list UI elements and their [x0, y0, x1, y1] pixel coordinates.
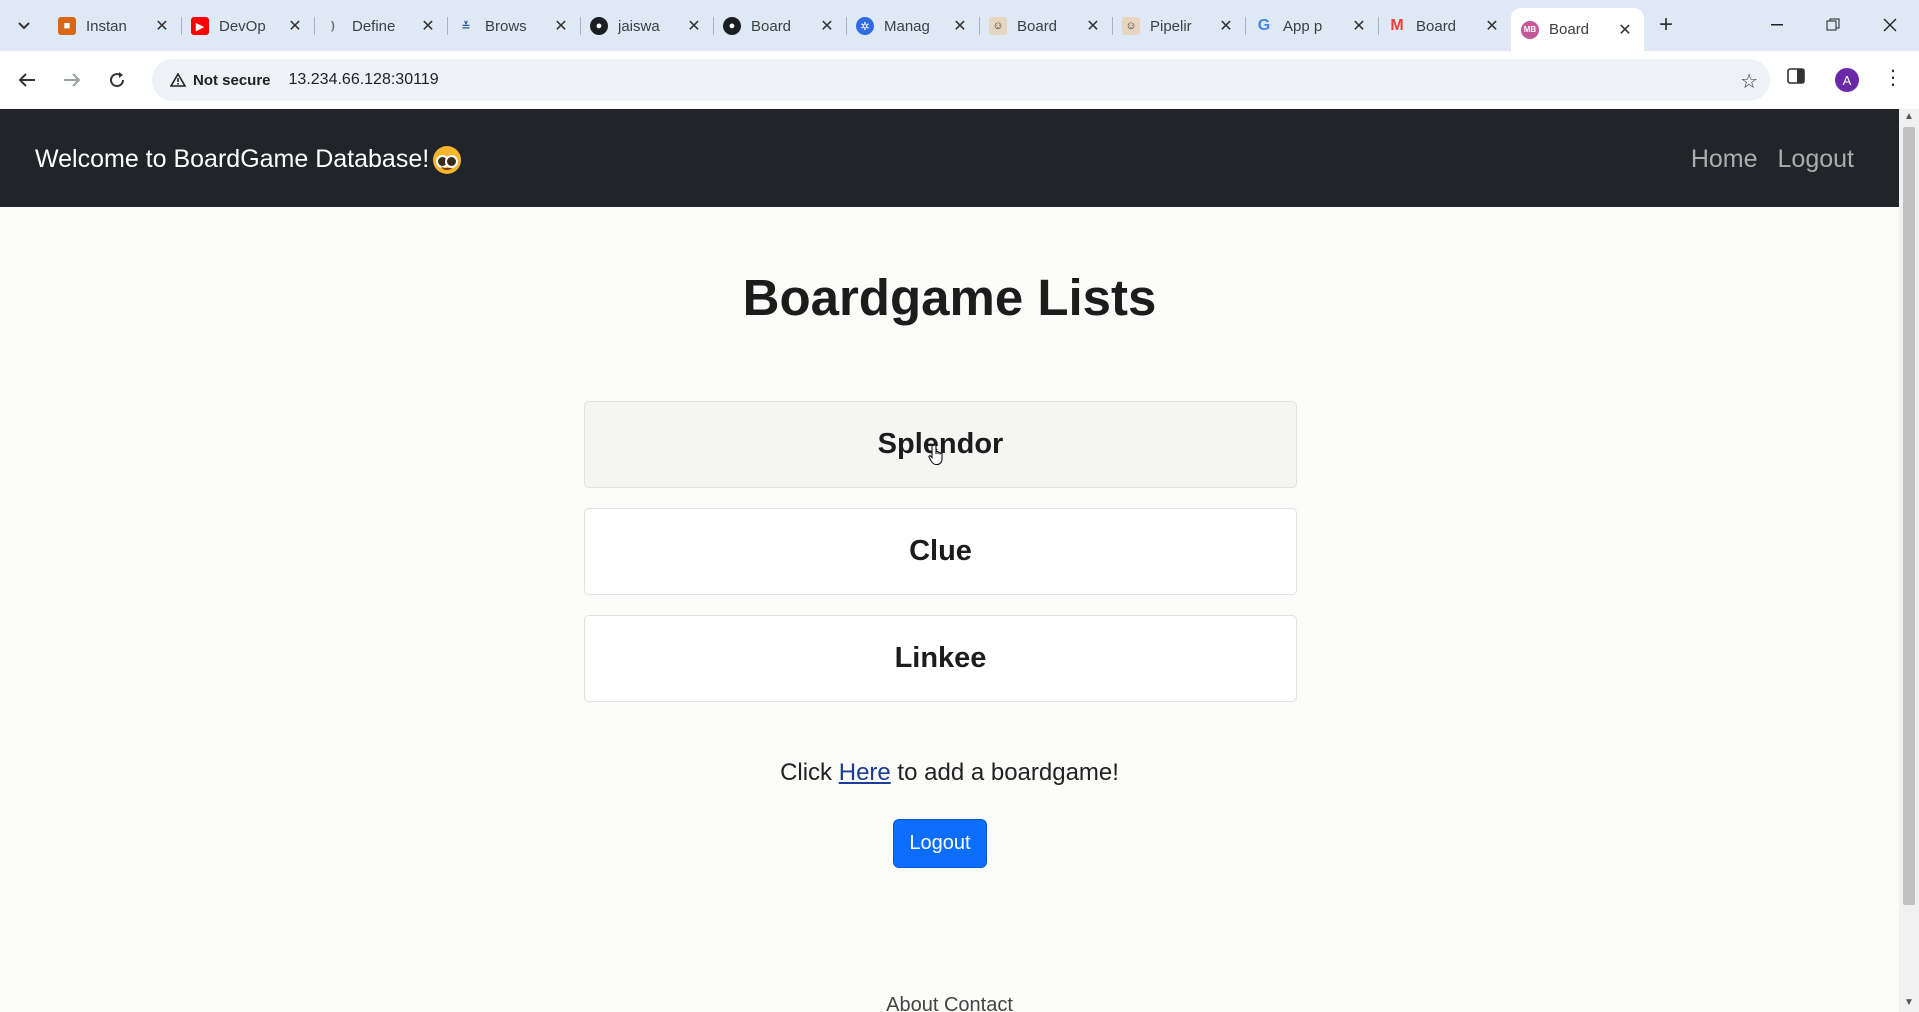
- browser-toolbar: Not secure 13.234.66.128:30119 ☆ A ⋮: [0, 51, 1919, 109]
- tab[interactable]: ✲ Manag ✕: [846, 8, 979, 44]
- sunglasses-emoji-icon: [433, 145, 462, 174]
- navbar-brand[interactable]: Welcome to BoardGame Database!: [35, 145, 462, 174]
- forward-button[interactable]: [55, 63, 89, 97]
- browser-window: ■ Instan ✕ ▶ DevOp ✕ ) Define ✕ ≚ Brows …: [0, 0, 1919, 1012]
- scroll-up-icon[interactable]: ▲: [1904, 111, 1914, 122]
- close-icon[interactable]: ✕: [1483, 17, 1501, 35]
- tab-list: ■ Instan ✕ ▶ DevOp ✕ ) Define ✕ ≚ Brows …: [48, 8, 1644, 51]
- tab-title: Instan: [86, 17, 127, 35]
- security-indicator[interactable]: Not secure: [162, 65, 279, 95]
- add-prefix: Click: [780, 759, 839, 786]
- close-icon[interactable]: ✕: [1084, 17, 1102, 35]
- tab[interactable]: ● jaiswa ✕: [580, 8, 713, 44]
- minimize-button[interactable]: [1757, 10, 1797, 40]
- close-icon[interactable]: ✕: [1350, 17, 1368, 35]
- tab-title: DevOp: [219, 17, 266, 35]
- tab-title: Pipelir: [1150, 17, 1192, 35]
- restore-button[interactable]: [1813, 10, 1853, 40]
- security-label: Not secure: [193, 71, 271, 89]
- chevron-down-icon: [18, 22, 30, 30]
- reload-icon: [110, 72, 125, 88]
- close-icon[interactable]: ✕: [1217, 17, 1235, 35]
- kubernetes-icon: ✲: [856, 17, 874, 35]
- minimize-icon: [1771, 24, 1783, 26]
- close-icon[interactable]: ✕: [286, 17, 304, 35]
- leaf-icon: ): [331, 20, 335, 32]
- logout-button[interactable]: Logout: [893, 819, 987, 868]
- tab[interactable]: ▶ DevOp ✕: [181, 8, 314, 44]
- close-window-button[interactable]: [1870, 10, 1910, 40]
- tab-title: Brows: [485, 17, 527, 35]
- tab-title: Manag: [884, 17, 930, 35]
- nav-logout-link[interactable]: Logout: [1778, 145, 1854, 174]
- jenkins-icon: ☺: [1122, 17, 1140, 35]
- tab[interactable]: ☺ Pipelir ✕: [1112, 8, 1245, 44]
- tab[interactable]: ) Define ✕: [314, 8, 447, 44]
- boardgame-item-clue[interactable]: Clue: [584, 508, 1297, 595]
- new-tab-button[interactable]: +: [1651, 10, 1681, 40]
- tab-title: Board: [751, 17, 792, 35]
- close-icon[interactable]: ✕: [951, 17, 969, 35]
- address-bar[interactable]: Not secure 13.234.66.128:30119 ☆: [152, 59, 1770, 101]
- bookmark-star-icon[interactable]: ☆: [1740, 69, 1758, 94]
- side-panel-icon: [1787, 68, 1805, 84]
- scrollbar-thumb[interactable]: [1903, 127, 1915, 905]
- url-text[interactable]: 13.234.66.128:30119: [289, 71, 439, 89]
- tab-search-button[interactable]: [10, 12, 38, 40]
- google-icon: G: [1257, 17, 1271, 34]
- tab[interactable]: ≚ Brows ✕: [447, 8, 580, 44]
- browserstack-icon: ≚: [461, 20, 471, 33]
- reload-button[interactable]: [100, 63, 134, 97]
- gmail-icon: M: [1390, 17, 1404, 34]
- profile-avatar[interactable]: A: [1835, 68, 1859, 92]
- tab[interactable]: ● Board ✕: [713, 8, 846, 44]
- close-icon[interactable]: ✕: [153, 17, 171, 35]
- site-navbar: Welcome to BoardGame Database! Home Logo…: [0, 109, 1899, 207]
- add-boardgame-text: Click Here to add a boardgame!: [0, 759, 1899, 787]
- add-suffix: to add a boardgame!: [890, 759, 1119, 786]
- back-button[interactable]: [10, 63, 44, 97]
- arrow-left-icon: [18, 73, 35, 87]
- mb-icon: MB: [1521, 20, 1539, 39]
- close-icon[interactable]: ✕: [818, 17, 836, 35]
- arrow-right-icon: [64, 73, 81, 87]
- aws-icon: ■: [58, 17, 76, 35]
- tab-title: App p: [1283, 17, 1323, 35]
- side-panel-button[interactable]: [1787, 67, 1813, 93]
- boardgame-item-linkee[interactable]: Linkee: [584, 615, 1297, 702]
- jenkins-icon: ☺: [989, 17, 1007, 35]
- navbar-links: Home Logout: [1691, 145, 1854, 174]
- github-icon: ●: [723, 17, 741, 35]
- brand-text: Welcome to BoardGame Database!: [35, 145, 430, 173]
- tab-active[interactable]: MB Board ✕: [1511, 8, 1644, 51]
- hand-cursor-icon: [928, 444, 943, 466]
- tab[interactable]: G App p ✕: [1245, 8, 1378, 44]
- tab[interactable]: M Board ✕: [1378, 8, 1511, 44]
- close-icon[interactable]: ✕: [685, 17, 703, 35]
- tab[interactable]: ☺ Board ✕: [979, 8, 1112, 44]
- tab-strip: ■ Instan ✕ ▶ DevOp ✕ ) Define ✕ ≚ Brows …: [0, 0, 1919, 51]
- youtube-icon: ▶: [191, 17, 209, 35]
- close-icon[interactable]: ✕: [552, 17, 570, 35]
- scroll-down-icon[interactable]: ▼: [1904, 997, 1914, 1008]
- tab-title: Board: [1549, 21, 1590, 38]
- page-viewport: Welcome to BoardGame Database! Home Logo…: [0, 109, 1899, 1012]
- close-icon[interactable]: ✕: [419, 17, 437, 35]
- page-scrollbar[interactable]: ▲ ▼: [1899, 109, 1919, 1012]
- tab-title: Define: [352, 17, 396, 35]
- footer-links[interactable]: About Contact: [0, 994, 1899, 1012]
- kebab-menu-icon[interactable]: ⋮: [1883, 65, 1903, 90]
- tab-title: Board: [1416, 17, 1457, 35]
- add-boardgame-link[interactable]: Here: [839, 759, 891, 786]
- github-icon: ●: [590, 17, 608, 35]
- tab[interactable]: ■ Instan ✕: [48, 8, 181, 44]
- close-icon[interactable]: ✕: [1616, 21, 1634, 39]
- nav-home-link[interactable]: Home: [1691, 145, 1758, 174]
- tab-title: jaiswa: [618, 17, 660, 35]
- close-icon: [1883, 18, 1897, 32]
- tab-title: Board: [1017, 17, 1058, 35]
- warning-icon: [170, 73, 186, 87]
- restore-icon: [1826, 18, 1840, 31]
- page-title: Boardgame Lists: [742, 269, 1157, 326]
